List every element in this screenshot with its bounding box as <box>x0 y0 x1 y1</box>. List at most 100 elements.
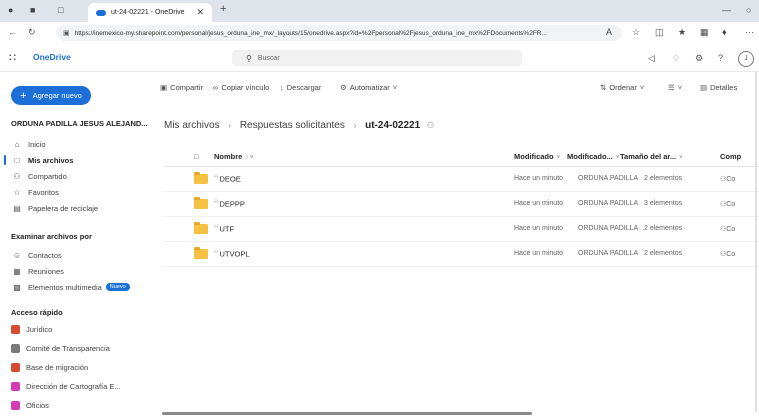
chevron-down-icon: ˅ <box>556 155 561 161</box>
quick-item-label: Base de migración <box>26 363 89 372</box>
collections-icon[interactable]: ▦ <box>700 27 709 38</box>
file-name-text: UTVOPL <box>219 249 250 259</box>
browser-tab[interactable]: ut-24-02221 - OneDrive ✕ <box>88 3 212 22</box>
more-icon[interactable]: ⋯ <box>745 27 754 38</box>
table-row[interactable]: ⚇DEOE Hace un minuto ORDUNA PADILLA 2 el… <box>164 168 759 192</box>
vertical-scrollbar[interactable] <box>755 72 757 412</box>
table-row[interactable]: ⚇UTVOPL Hace un minuto ORDUNA PADILLA 2 … <box>164 243 759 267</box>
sidebar-item-media[interactable]: ▩ Elementos multimedia Nuevo <box>0 279 147 295</box>
sidebar-item-favorites[interactable]: ☆ Favoritos <box>0 184 147 200</box>
suite-header: ∷ OneDrive ⚲ Buscar ◁ ♢ ⚙ ? J <box>0 45 759 72</box>
sidebar-item-shared[interactable]: ⚇ Compartido <box>0 168 147 184</box>
people-icon: ⚇ <box>13 171 21 181</box>
refresh-icon[interactable]: ↻ <box>28 27 36 38</box>
column-modified-by-header[interactable]: Modificado... ˅ <box>567 152 619 161</box>
sidebar-item-recycle-bin[interactable]: ▤ Papelera de reciclaje <box>0 200 147 216</box>
back-icon[interactable]: ← <box>8 27 17 37</box>
column-sharing-header[interactable]: Comp <box>720 152 741 161</box>
folder-icon <box>194 247 208 259</box>
feedback-icon[interactable]: ◁ <box>648 53 655 64</box>
quick-item-juridico[interactable]: Jurídico <box>0 322 147 337</box>
close-tab-icon[interactable]: ✕ <box>196 7 204 18</box>
sidebar-item-label: Compartido <box>28 171 67 181</box>
star-icon: ☆ <box>13 187 21 197</box>
quick-item-comite[interactable]: Comité de Transparencia <box>0 341 147 356</box>
cell-modified: Hace un minuto <box>514 225 564 232</box>
read-aloud-icon[interactable]: A <box>606 27 612 37</box>
user-name: ORDUNA PADILLA JESUS ALEJAND... <box>11 119 148 128</box>
chevron-right-icon: › <box>228 121 232 130</box>
cell-size: 2 elementos <box>644 250 683 257</box>
sidebar-item-contacts[interactable]: ☺ Contactos <box>0 247 147 263</box>
person-icon: ☺ <box>12 250 22 260</box>
help-icon[interactable]: ? <box>718 53 723 63</box>
shared-people-icon: ⚇ <box>426 121 435 130</box>
sort-icon: ⇅ <box>600 83 607 92</box>
file-list-header: □ Nombre ↑ ˅ Modificado ˅ Modificado... ˅ T… <box>164 148 759 167</box>
site-icon <box>11 382 20 391</box>
sidebar-item-my-files[interactable]: □ Mis archivos <box>0 152 147 168</box>
horizontal-scrollbar[interactable] <box>162 412 532 415</box>
automate-label: Automatizar <box>349 83 390 92</box>
sidebar-item-meetings[interactable]: ▦ Reuniones <box>0 263 147 279</box>
list-view-icon: ☰ <box>668 83 675 92</box>
quick-item-label: Oficios <box>26 401 49 410</box>
chevron-down-icon: ˅ <box>392 83 398 92</box>
favorites-icon[interactable]: ★ <box>678 27 686 38</box>
breadcrumb-parent[interactable]: Respuestas solicitantes <box>240 120 345 131</box>
sidebar-item-label: Contactos <box>28 250 62 260</box>
restore-icon[interactable]: ○ <box>746 5 751 15</box>
file-type-icon: □ <box>194 152 199 161</box>
sidebar-item-home[interactable]: ⌂ Inicio <box>0 136 147 152</box>
plus-icon: + <box>20 89 27 102</box>
split-screen-icon[interactable]: ◫ <box>655 27 664 38</box>
column-size-header[interactable]: Tamaño del ar... ˅ <box>620 152 683 161</box>
minimize-icon[interactable]: — <box>722 5 731 15</box>
trash-icon: ▤ <box>13 203 21 213</box>
file-name[interactable]: ⚇UTF <box>214 224 234 234</box>
table-row[interactable]: ⚇UTF Hace un minuto ORDUNA PADILLA 2 ele… <box>164 218 759 242</box>
shared-people-icon: ⚇ <box>214 174 219 180</box>
sort-button[interactable]: ⇅ Ordenar ˅ <box>600 83 647 92</box>
column-name-header[interactable]: Nombre ↑ ˅ <box>214 152 254 161</box>
app-name[interactable]: OneDrive <box>33 52 71 62</box>
quick-item-oficios[interactable]: Oficios <box>0 398 147 413</box>
breadcrumb-root[interactable]: Mis archivos <box>164 120 220 131</box>
download-button[interactable]: ↓ Descargar <box>280 83 321 92</box>
workspaces-icon[interactable]: ■ <box>30 5 35 15</box>
avatar[interactable]: J <box>738 51 754 67</box>
table-row[interactable]: ⚇DEPPP Hace un minuto ORDUNA PADILLA 3 e… <box>164 193 759 217</box>
column-label: Nombre <box>214 152 243 161</box>
share-button[interactable]: ▣ Compartir <box>160 83 203 92</box>
new-tab-icon[interactable]: + <box>220 3 226 15</box>
url-field[interactable]: ▣ https://inemexico-my.sharepoint.com/pe… <box>56 25 622 41</box>
extensions-icon[interactable]: ♦ <box>722 27 727 37</box>
details-button[interactable]: ▤ Detalles <box>700 83 737 92</box>
file-name[interactable]: ⚇UTVOPL <box>214 249 250 259</box>
profile-icon[interactable]: ● <box>8 5 13 15</box>
automate-button[interactable]: ⚙ Automatizar ˅ <box>340 83 400 92</box>
quick-item-base-migracion[interactable]: Base de migración <box>0 360 147 375</box>
settings-gear-icon[interactable]: ⚙ <box>695 53 703 64</box>
link-icon: ∞ <box>213 83 219 92</box>
address-bar-row: ← ↻ ▣ https://inemexico-my.sharepoint.co… <box>0 22 759 46</box>
search-input[interactable]: ⚲ Buscar <box>232 50 522 66</box>
file-name-text: DEPPP <box>219 199 245 209</box>
search-placeholder: Buscar <box>257 54 280 62</box>
add-new-button[interactable]: + Agregar nuevo <box>11 86 91 105</box>
file-name[interactable]: ⚇DEOE <box>214 174 241 184</box>
file-name[interactable]: ⚇DEPPP <box>214 199 245 209</box>
column-modified-header[interactable]: Modificado ˅ <box>514 152 560 161</box>
copy-link-button[interactable]: ∞ Copiar vínculo <box>213 83 269 92</box>
tab-actions-icon[interactable]: □ <box>58 5 63 15</box>
home-icon: ⌂ <box>14 139 20 149</box>
quick-item-cartografia[interactable]: Dirección de Cartografía E... <box>0 379 147 394</box>
app-launcher-icon[interactable]: ∷ <box>9 51 16 64</box>
cell-sharing: ⚇Co <box>720 175 735 183</box>
automate-icon: ⚙ <box>340 83 347 92</box>
view-options-button[interactable]: ☰ ˅ <box>668 83 685 92</box>
premium-icon[interactable]: ♢ <box>672 53 680 64</box>
favorite-star-icon[interactable]: ☆ <box>632 27 640 38</box>
chevron-down-icon: ˅ <box>615 155 620 161</box>
sidebar-item-label: Papelera de reciclaje <box>28 203 99 213</box>
